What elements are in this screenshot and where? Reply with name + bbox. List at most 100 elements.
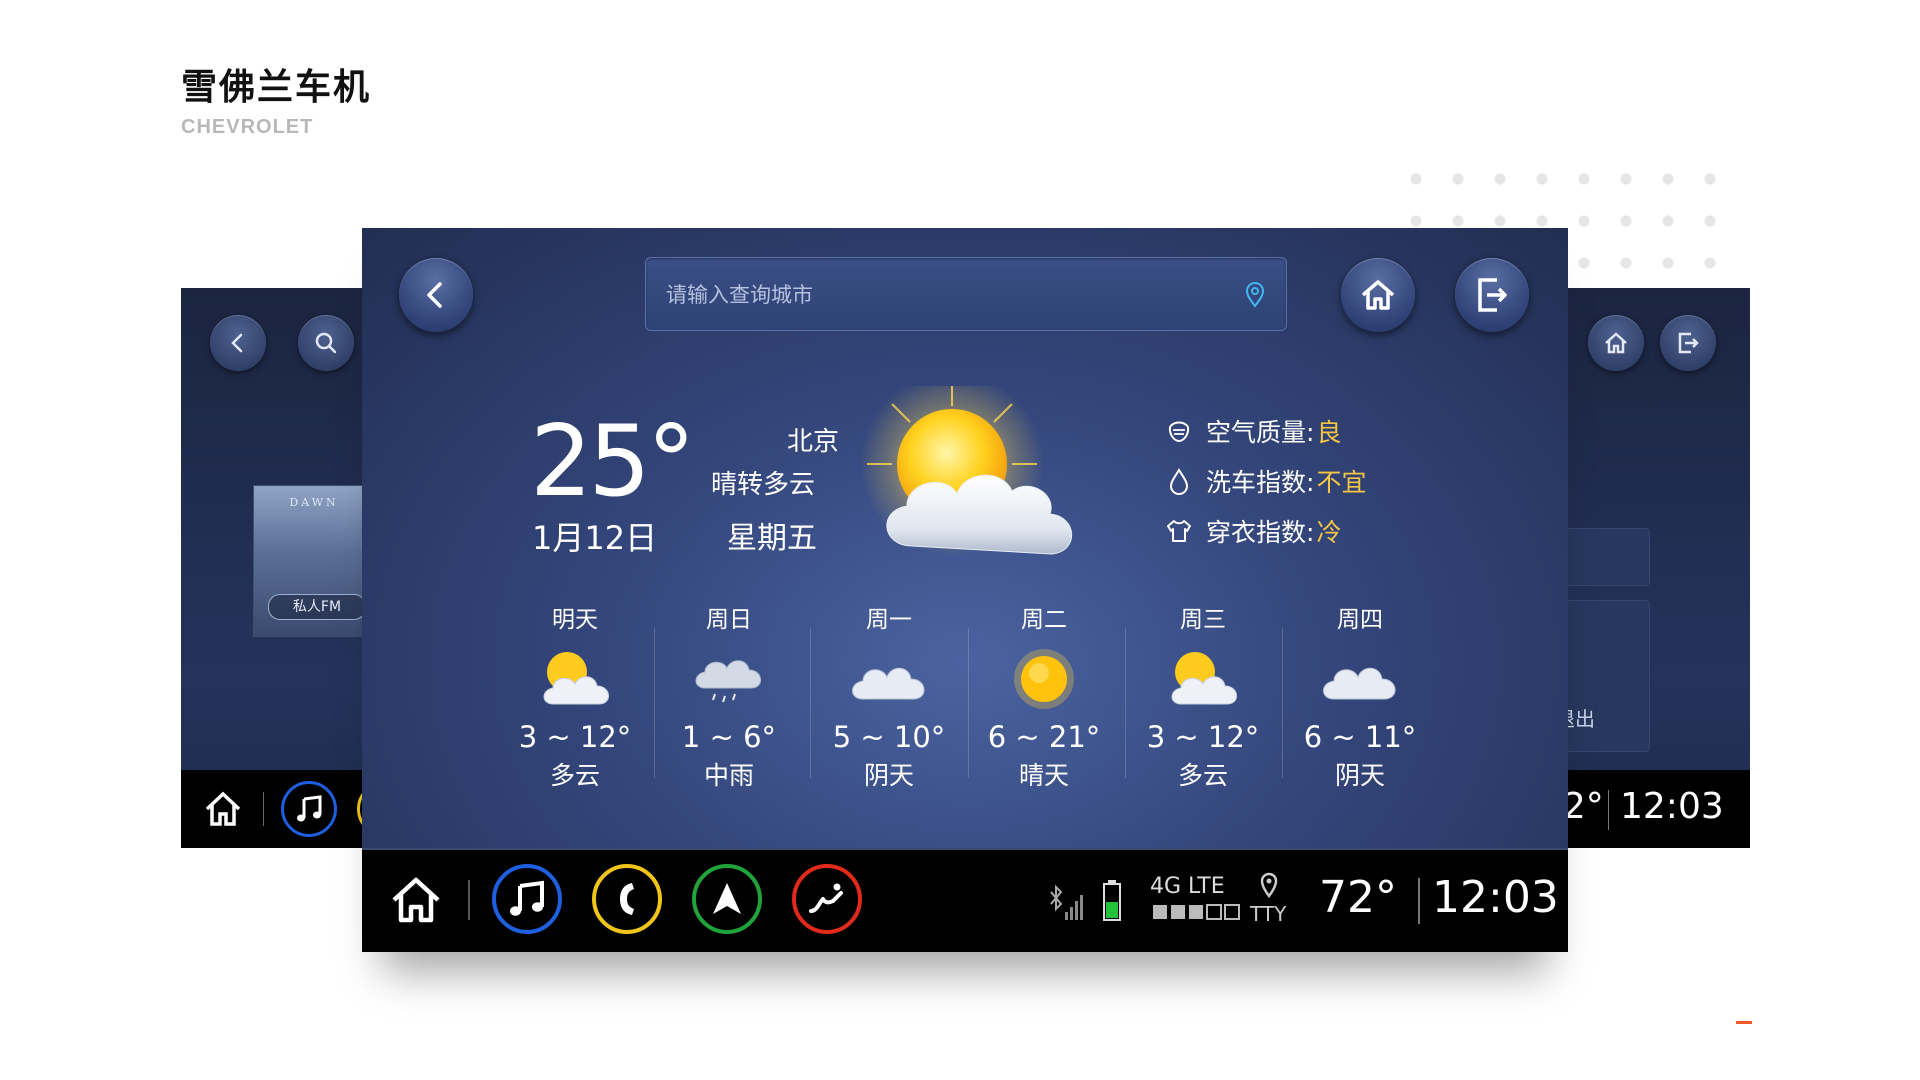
home-icon[interactable] [390, 876, 442, 924]
forecast-day-label: 明天 [552, 607, 598, 633]
exit-icon [1678, 332, 1699, 354]
sun-cloud-icon [543, 652, 609, 705]
forecast-temp-range: 3 ~ 12° [1146, 720, 1260, 754]
current-date: 1月12日 [532, 519, 658, 557]
battery-icon [1103, 880, 1121, 921]
air-quality-label: 空气质量: [1206, 418, 1315, 447]
music-note-icon [297, 795, 322, 822]
forecast-day[interactable]: 周四 6 ~ 11° 阴天 [1285, 600, 1435, 792]
forecast-day[interactable]: 周二 6 ~ 21° 晴天 [969, 600, 1119, 792]
weather-screen: 25° 1月12日 北京 晴转多云 星期五 空气质量: 良 洗车指数: 不宜 穿… [362, 228, 1568, 952]
music-button[interactable] [492, 864, 562, 934]
forecast-temp-range: 6 ~ 21° [987, 720, 1101, 754]
rain-cloud-icon [695, 660, 761, 703]
album-card[interactable]: DAWN 私人FM [253, 485, 371, 637]
forecast-temp-range: 6 ~ 11° [1303, 720, 1417, 754]
forecast-day[interactable]: 周日 1 ~ 6° 中雨 [654, 600, 804, 792]
forecast-day[interactable]: 周三 3 ~ 12° 多云 [1128, 600, 1278, 792]
search-button[interactable] [298, 315, 354, 371]
divider [1418, 878, 1420, 924]
clothing-label: 穿衣指数: [1206, 518, 1315, 547]
forecast-temp-range: 5 ~ 10° [832, 720, 946, 754]
chevron-left-icon [427, 282, 442, 308]
tty-label: TTY [1250, 902, 1287, 926]
shirt-icon [1167, 520, 1191, 542]
city-name: 北京 [787, 427, 840, 457]
clock: 12:03 [1620, 786, 1724, 827]
current-condition: 晴转多云 [710, 470, 815, 500]
brand-title: 雪佛兰车机 [181, 67, 372, 108]
brand-subtitle: CHEVROLET [181, 116, 314, 138]
divider [1125, 628, 1126, 778]
forecast-day-label: 周一 [866, 607, 912, 633]
chevron-left-icon [231, 333, 243, 353]
forecast-day-label: 周四 [1337, 607, 1383, 633]
album-title: DAWN [289, 496, 339, 509]
back-screen-right: 护退出 72° 12:03 [1540, 288, 1750, 848]
back-left-bottom-bar [181, 770, 371, 848]
forecast-day[interactable]: 明天 3 ~ 12° 多云 [500, 600, 650, 792]
cloud-icon [1323, 667, 1396, 700]
air-quality-index: 空气质量: 良 [1164, 413, 1341, 449]
sun-icon [1014, 649, 1074, 709]
music-button[interactable] [281, 781, 337, 837]
phone-icon [620, 883, 634, 915]
divider [468, 880, 470, 920]
navigation-button[interactable] [692, 864, 762, 934]
brand-header: 雪佛兰车机 CHEVROLET [181, 58, 371, 139]
city-search-box[interactable] [645, 257, 1287, 331]
cloud-icon [852, 667, 925, 700]
exit-button[interactable] [1660, 315, 1716, 371]
outside-temperature: 72° [1319, 872, 1397, 923]
clock: 12:03 [1432, 872, 1559, 923]
forecast-temp-range: 1 ~ 6° [681, 720, 777, 754]
forecast-day[interactable]: 周一 5 ~ 10° 阴天 [814, 600, 964, 792]
forecast-day-label: 周三 [1180, 607, 1226, 633]
phone-button[interactable] [592, 864, 662, 934]
current-weekday: 星期五 [727, 521, 817, 556]
clothing-index: 穿衣指数: 冷 [1164, 513, 1341, 549]
network-type: 4G LTE [1150, 874, 1225, 899]
seat-icon [809, 883, 843, 913]
home-button[interactable] [1341, 258, 1415, 332]
car-wash-label: 洗车指数: [1206, 468, 1315, 497]
music-note-icon [510, 880, 544, 916]
location-pin-icon [1260, 872, 1278, 898]
car-wash-index: 洗车指数: 不宜 [1164, 463, 1366, 499]
divider [810, 628, 811, 778]
forecast-day-label: 周日 [706, 607, 752, 633]
home-icon[interactable] [203, 790, 243, 828]
forecast-temp-range: 3 ~ 12° [518, 720, 632, 754]
back-right-bottom-bar: 72° 12:03 [1540, 770, 1750, 848]
sun-cloud-icon [860, 386, 1073, 556]
forecast-condition: 多云 [549, 761, 600, 790]
back-screen-left: DAWN 私人FM [181, 288, 371, 848]
sun-cloud-icon [1171, 652, 1237, 705]
accent-mark [1736, 1021, 1752, 1024]
search-icon [315, 332, 337, 354]
air-quality-value: 良 [1316, 418, 1342, 447]
exit-button[interactable] [1455, 258, 1529, 332]
signal-bars-icon [1153, 904, 1240, 920]
water-drop-icon [1169, 468, 1189, 495]
location-pin-icon[interactable] [1244, 282, 1266, 308]
divider [1282, 628, 1283, 778]
forecast-condition: 多云 [1177, 761, 1228, 790]
album-label: 私人FM [268, 594, 366, 620]
seat-button[interactable] [792, 864, 862, 934]
forecast-condition: 阴天 [863, 761, 914, 790]
home-button[interactable] [1588, 315, 1644, 371]
back-button[interactable] [399, 258, 473, 332]
divider [1608, 790, 1609, 830]
car-wash-value: 不宜 [1316, 468, 1367, 497]
mask-icon [1168, 421, 1190, 443]
bottom-dock: 4G LTE TTY 72° 12:03 [362, 848, 1568, 952]
bluetooth-signal-icon [1050, 884, 1083, 920]
navigation-arrow-icon [713, 883, 741, 914]
home-icon [1605, 332, 1627, 354]
clothing-value: 冷 [1316, 518, 1342, 547]
back-button[interactable] [210, 315, 266, 371]
forecast-condition: 中雨 [703, 761, 754, 790]
city-search-input[interactable] [664, 276, 1228, 314]
current-temperature: 25° [530, 405, 696, 519]
